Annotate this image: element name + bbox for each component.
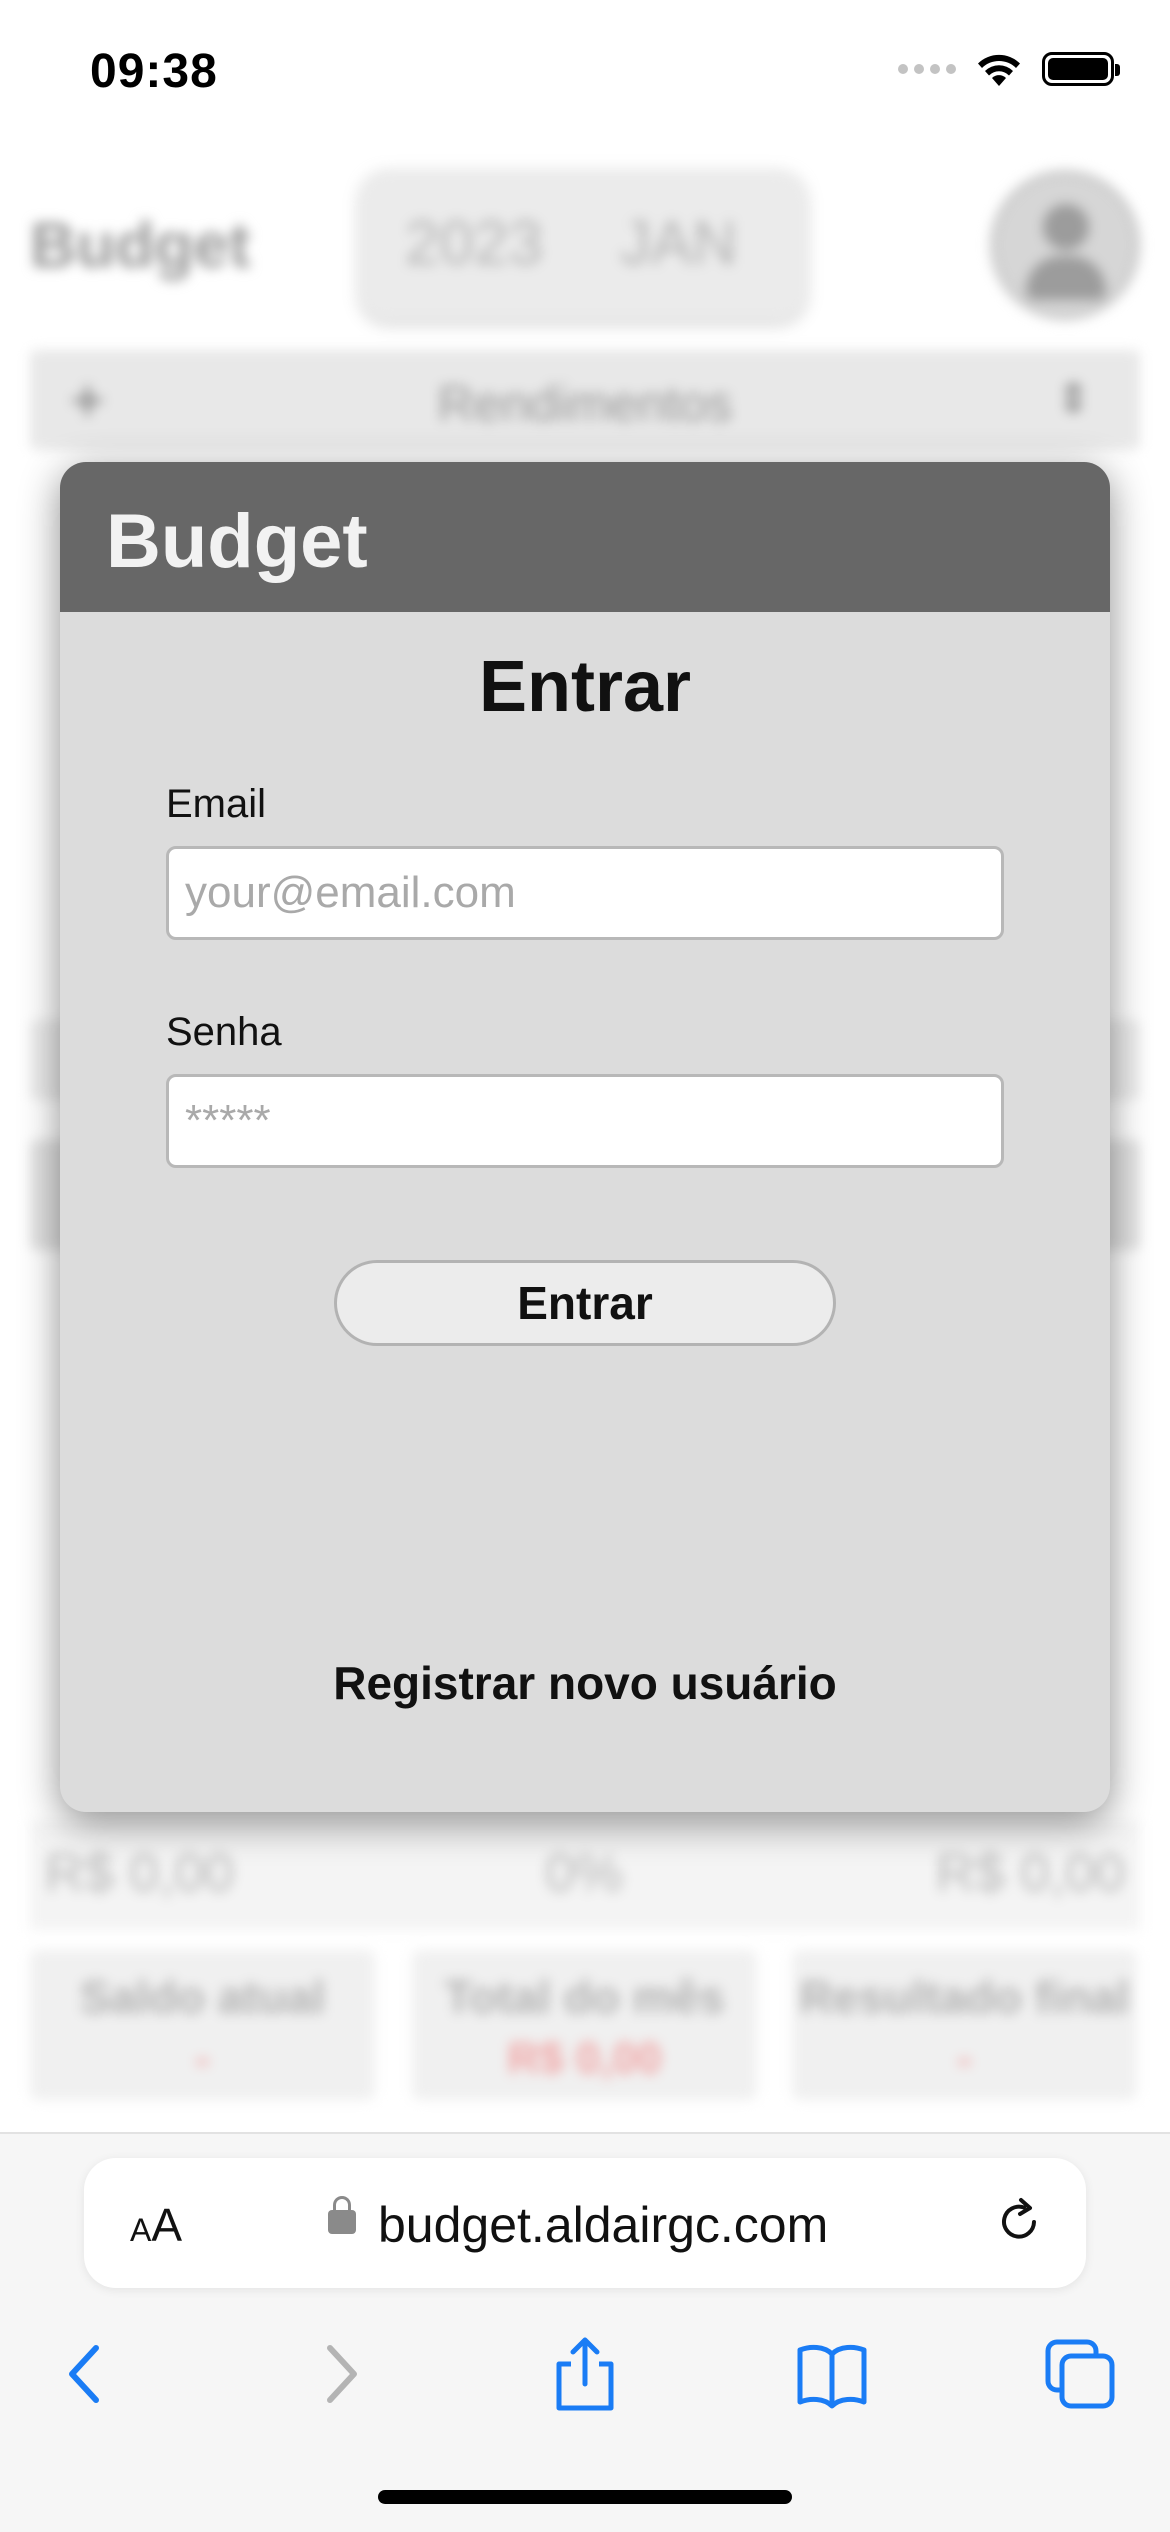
card-label: Saldo atual	[79, 1971, 326, 2023]
picker-year: 2023	[405, 209, 543, 278]
lock-icon	[328, 2196, 356, 2234]
login-button[interactable]: Entrar	[334, 1260, 836, 1346]
home-indicator[interactable]	[378, 2490, 792, 2504]
reload-icon[interactable]	[994, 2196, 1044, 2246]
status-icons	[898, 50, 1120, 88]
section-bar[interactable]: + Rendimentos ⇕	[30, 350, 1140, 450]
text-size-button[interactable]: AA	[130, 2198, 182, 2252]
modal-header: Budget	[60, 462, 1110, 612]
wifi-icon	[978, 54, 1020, 86]
card-label: Resultado final	[799, 1971, 1130, 2023]
password-field[interactable]	[166, 1074, 1004, 1168]
status-bar: 09:38	[0, 0, 1170, 140]
totals-row: R$ 0,00 0% R$ 0,00	[30, 1820, 1140, 1930]
password-label: Senha	[166, 1010, 282, 1054]
month-year-picker[interactable]: 2023 JAN	[360, 170, 806, 320]
battery-icon	[1042, 52, 1120, 86]
cellular-signal-icon	[898, 64, 956, 74]
modal-brand: Budget	[106, 499, 368, 584]
address-bar[interactable]: AA budget.aldairgc.com	[84, 2158, 1086, 2288]
tabs-icon[interactable]	[1040, 2334, 1120, 2414]
app-title: Budget	[30, 209, 251, 281]
card-value: -	[195, 2034, 210, 2083]
browser-chrome: AA budget.aldairgc.com	[0, 2132, 1170, 2532]
total-left: R$ 0,00	[45, 1843, 235, 1903]
forward-icon[interactable]	[298, 2334, 378, 2414]
total-right: R$ 0,00	[935, 1843, 1125, 1903]
register-link[interactable]: Registrar novo usuário	[60, 1656, 1110, 1710]
status-time: 09:38	[90, 45, 218, 98]
total-percent: 0%	[545, 1843, 624, 1903]
picker-month: JAN	[620, 209, 738, 278]
avatar[interactable]	[990, 170, 1140, 320]
email-field[interactable]	[166, 846, 1004, 940]
back-icon[interactable]	[48, 2334, 128, 2414]
summary-card: Saldo atual -	[30, 1950, 375, 2100]
browser-toolbar	[0, 2314, 1170, 2444]
url-text[interactable]: budget.aldairgc.com	[378, 2196, 828, 2254]
modal-title: Entrar	[478, 647, 692, 727]
login-modal: Budget Entrar Email Senha Entrar Registr…	[60, 462, 1110, 1812]
sort-icon[interactable]: ⇕	[1056, 376, 1090, 422]
card-label: Total do mês	[444, 1971, 725, 2023]
share-icon[interactable]	[545, 2334, 625, 2414]
card-value: -	[957, 2034, 972, 2083]
card-value: R$ 0,00	[507, 2034, 662, 2083]
summary-card: Resultado final -	[792, 1950, 1137, 2100]
email-label: Email	[166, 782, 267, 826]
bookmarks-icon[interactable]	[792, 2334, 872, 2414]
summary-card: Total do mês R$ 0,00	[412, 1950, 757, 2100]
section-label: Rendimentos	[437, 376, 733, 432]
